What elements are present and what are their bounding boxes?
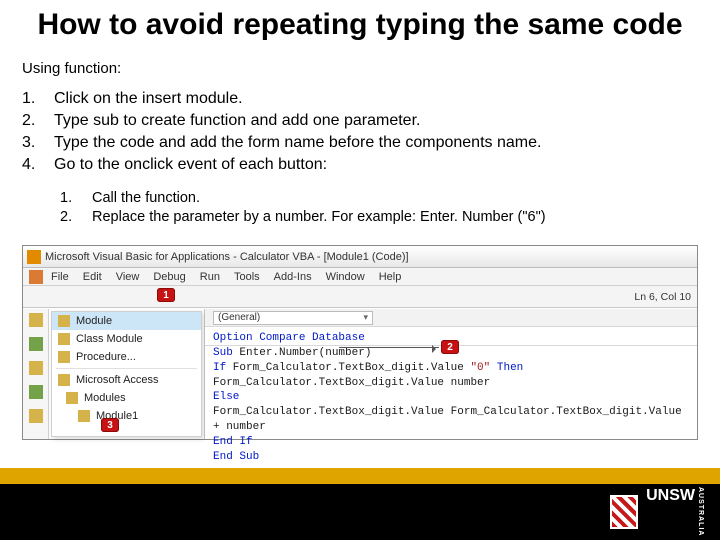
ide-toolbar: Ln 6, Col 10 — [23, 286, 697, 308]
menu-file[interactable]: File — [51, 271, 69, 283]
callout-3: 3 — [101, 418, 119, 432]
unsw-crest-icon — [610, 495, 638, 529]
component-icon — [29, 337, 43, 351]
project-icon — [29, 313, 43, 327]
arrow-2 — [339, 347, 439, 348]
callout-2: 2 — [441, 340, 459, 354]
substep-1: Call the function. — [92, 190, 200, 206]
chevron-down-icon: ▾ — [363, 312, 368, 323]
cursor-position: Ln 6, Col 10 — [634, 291, 691, 303]
sub-list: 1.Call the function. 2.Replace the param… — [60, 190, 700, 228]
menu-edit[interactable]: Edit — [83, 271, 102, 283]
step-2: Type sub to create function and add one … — [54, 112, 420, 130]
class-module-icon — [58, 333, 70, 345]
step-4: Go to the onclick event of each button: — [54, 156, 327, 174]
tree-item-procedure[interactable]: Procedure... — [52, 348, 201, 366]
menu-debug[interactable]: Debug — [153, 271, 185, 283]
tree-item-modules[interactable]: Modules — [52, 389, 201, 407]
menu-view[interactable]: View — [116, 271, 140, 283]
insert-dropdown-panel: Module Class Module Procedure... Microso… — [49, 309, 205, 439]
code-editor[interactable]: (General) ▾ Option Compare Database Sub … — [205, 309, 697, 439]
menu-addins[interactable]: Add-Ins — [274, 271, 312, 283]
subtitle: Using function: — [22, 60, 121, 77]
footer: UNSW AUSTRALIA — [0, 484, 720, 540]
folder-icon — [66, 392, 78, 404]
object-dropdown[interactable]: (General) ▾ — [213, 311, 373, 325]
menu-window[interactable]: Window — [326, 271, 365, 283]
project-icon-column — [23, 309, 49, 439]
callout-1: 1 — [157, 288, 175, 302]
vba-ide-window: Microsoft Visual Basic for Applications … — [22, 245, 698, 440]
module-icon — [78, 410, 90, 422]
tree-item-class-module[interactable]: Class Module — [52, 330, 201, 348]
step-1: Click on the insert module. — [54, 90, 243, 108]
ide-title-text: Microsoft Visual Basic for Applications … — [45, 251, 409, 263]
vb-app-icon — [27, 250, 41, 264]
unsw-logo-text: UNSW AUSTRALIA — [646, 487, 704, 536]
folder-icon — [29, 361, 43, 375]
ide-body: Module Class Module Procedure... Microso… — [23, 309, 697, 439]
menu-tools[interactable]: Tools — [234, 271, 260, 283]
tree-item-module[interactable]: Module — [52, 312, 201, 330]
separator — [56, 368, 197, 369]
slide: How to avoid repeating typing the same c… — [0, 0, 720, 540]
step-3: Type the code and add the form name befo… — [54, 134, 541, 152]
procedure-icon — [58, 351, 70, 363]
main-list: 1.Click on the insert module. 2.Type sub… — [22, 90, 700, 178]
dropdown-shadow: Module Class Module Procedure... Microso… — [51, 311, 202, 437]
file-icon — [29, 270, 43, 284]
component-icon — [29, 385, 43, 399]
menu-help[interactable]: Help — [379, 271, 402, 283]
code-header: (General) ▾ — [205, 309, 697, 327]
substep-2: Replace the parameter by a number. For e… — [92, 209, 546, 225]
menu-run[interactable]: Run — [200, 271, 220, 283]
tree-item-module1[interactable]: Module1 — [52, 407, 201, 425]
slide-title: How to avoid repeating typing the same c… — [0, 0, 720, 47]
ide-titlebar: Microsoft Visual Basic for Applications … — [23, 246, 697, 268]
tree-section-access: Microsoft Access — [52, 371, 201, 389]
module-icon — [58, 315, 70, 327]
access-icon — [58, 374, 70, 386]
ide-menubar: File Edit View Debug Run Tools Add-Ins W… — [23, 268, 697, 286]
footer-accent-bar — [0, 468, 720, 484]
folder-icon — [29, 409, 43, 423]
